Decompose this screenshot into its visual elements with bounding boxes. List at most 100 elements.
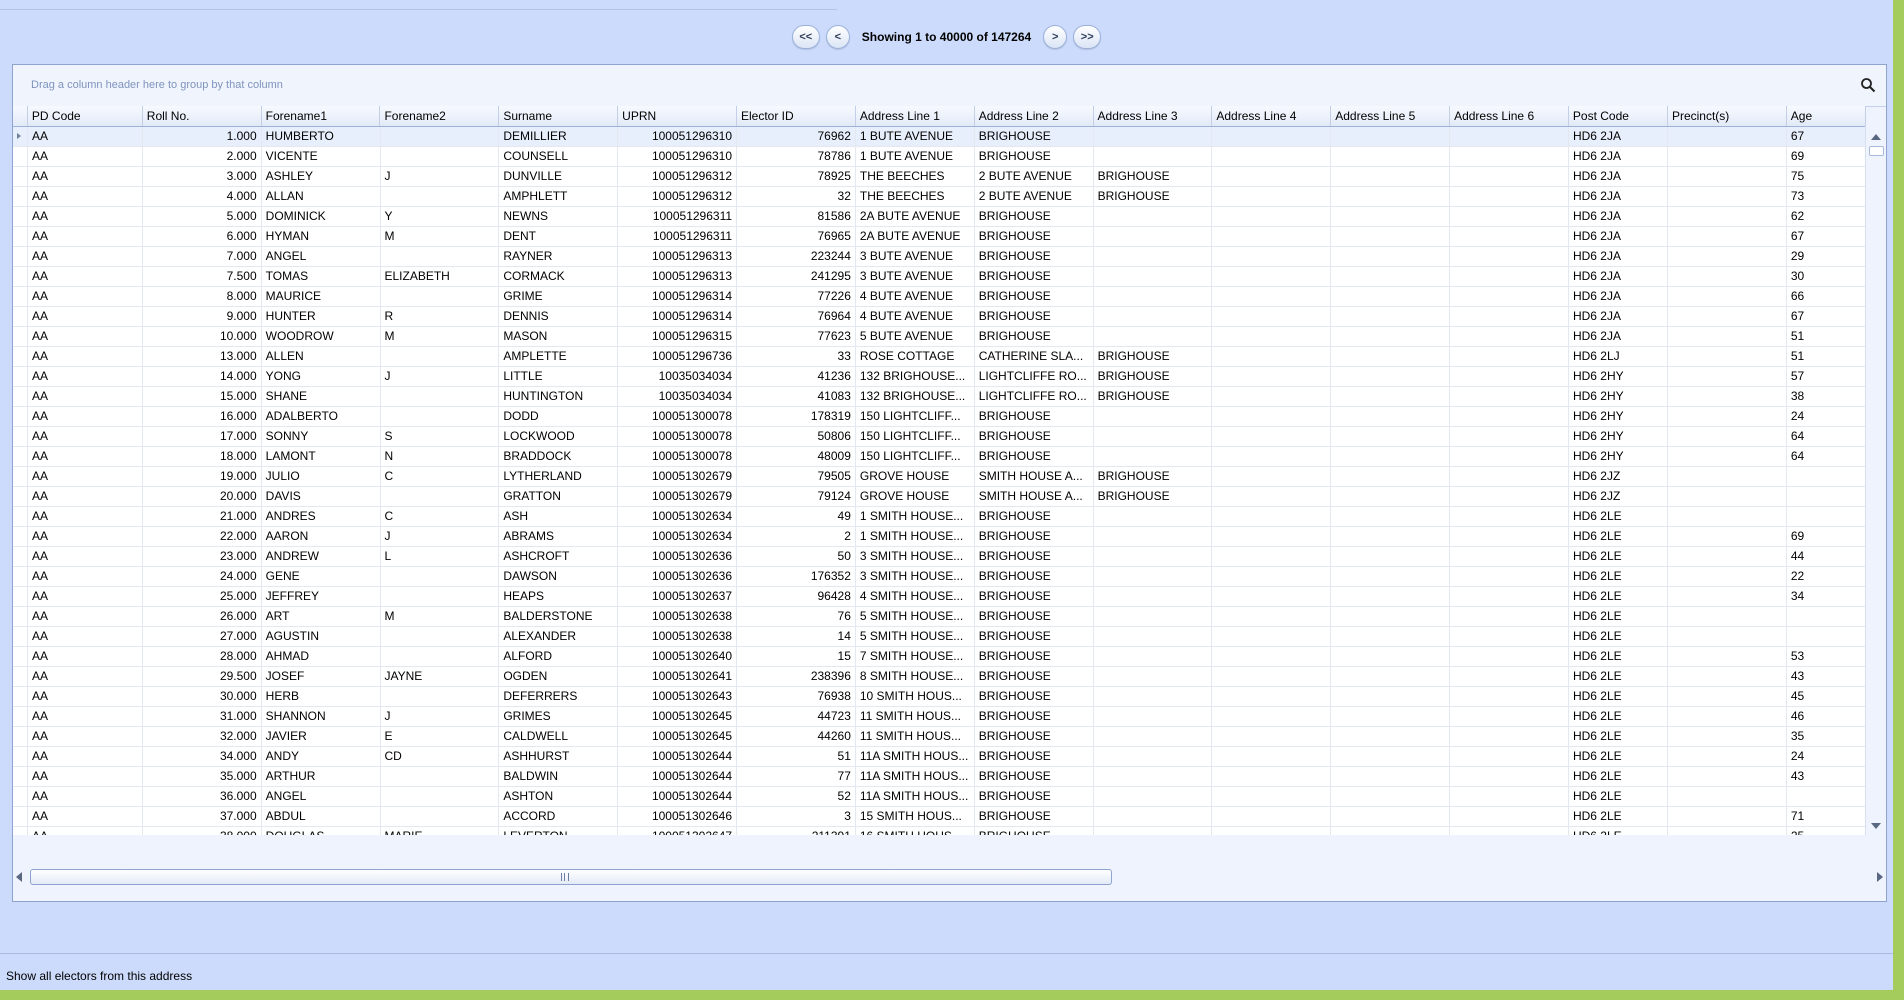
- top-tab[interactable]: [0, 0, 170, 10]
- table-cell: AA: [28, 767, 143, 786]
- table-cell: 11A SMITH HOUS...: [856, 787, 975, 806]
- horizontal-scrollbar[interactable]: [13, 867, 1886, 887]
- table-cell: [1212, 387, 1332, 406]
- top-tab[interactable]: [342, 0, 625, 10]
- table-row[interactable]: AA 13.000 ALLEN AMPLETTE 100051296736 33 ROSE …: [13, 347, 1866, 367]
- table-row[interactable]: AA 25.000 JEFFREY HEAPS 100051302637 96428 4 S…: [13, 587, 1866, 607]
- row-indicator: [13, 767, 28, 786]
- scroll-left-arrow-icon[interactable]: [16, 872, 22, 882]
- column-header[interactable]: Elector ID: [737, 106, 856, 126]
- last-page-button[interactable]: >>: [1073, 25, 1102, 49]
- table-cell: HD6 2LE: [1569, 787, 1668, 806]
- table-row[interactable]: AA 9.000 HUNTER R DENNIS 100051296314 76964 4 B…: [13, 307, 1866, 327]
- table-row[interactable]: AA 19.000 JULIO C LYTHERLAND 100051302679 7950…: [13, 467, 1866, 487]
- table-cell: CATHERINE SLA...: [975, 347, 1094, 366]
- table-row[interactable]: AA 7.000 ANGEL RAYNER 100051296313 223244 3 BU…: [13, 247, 1866, 267]
- table-cell: [1331, 407, 1451, 426]
- table-cell: BRIGHOUSE: [975, 787, 1094, 806]
- scroll-right-arrow-icon[interactable]: [1877, 872, 1883, 882]
- table-cell: 37.000: [143, 807, 262, 826]
- table-row[interactable]: AA 2.000 VICENTE COUNSELL 100051296310 78786 1…: [13, 147, 1866, 167]
- table-cell: [1094, 767, 1213, 786]
- show-all-electors-link[interactable]: Show all electors from this address: [6, 969, 192, 983]
- table-row[interactable]: AA 3.000 ASHLEY J DUNVILLE 100051296312 78925 T…: [13, 167, 1866, 187]
- table-row[interactable]: AA 4.000 ALLAN AMPHLETT 100051296312 32 THE BE…: [13, 187, 1866, 207]
- table-row[interactable]: AA 1.000 HUMBERTO DEMILLIER 100051296310 7696…: [13, 127, 1866, 147]
- column-header[interactable]: Address Line 3: [1094, 106, 1213, 126]
- table-row[interactable]: AA 27.000 AGUSTIN ALEXANDER 100051302638 14 5 …: [13, 627, 1866, 647]
- table-row[interactable]: AA 7.500 TOMAS ELIZABETH CORMACK 100051296313…: [13, 267, 1866, 287]
- search-icon[interactable]: [1860, 77, 1876, 93]
- column-header[interactable]: Age: [1787, 106, 1867, 126]
- table-cell: 4 BUTE AVENUE: [856, 287, 975, 306]
- column-header[interactable]: Address Line 1: [856, 106, 975, 126]
- table-cell: HD6 2LE: [1569, 667, 1668, 686]
- table-row[interactable]: AA 17.000 SONNY S LOCKWOOD 100051300078 50806 1…: [13, 427, 1866, 447]
- table-row[interactable]: AA 21.000 ANDRES C ASH 100051302634 49 1 SMITH …: [13, 507, 1866, 527]
- row-indicator: [13, 647, 28, 666]
- vertical-scrollbar[interactable]: [1865, 126, 1886, 835]
- table-row[interactable]: AA 35.000 ARTHUR BALDWIN 100051302644 77 11A S…: [13, 767, 1866, 787]
- table-row[interactable]: AA 5.000 DOMINICK Y NEWNS 100051296311 81586 2A…: [13, 207, 1866, 227]
- table-row[interactable]: AA 16.000 ADALBERTO DODD 100051300078 178319 1…: [13, 407, 1866, 427]
- column-header[interactable]: Address Line 4: [1212, 106, 1332, 126]
- table-cell: 150 LIGHTCLIFF...: [856, 427, 975, 446]
- top-tab[interactable]: [625, 0, 837, 10]
- table-cell: [1668, 167, 1787, 186]
- table-row[interactable]: AA 20.000 DAVIS GRATTON 100051302679 79124 GRO…: [13, 487, 1866, 507]
- column-header[interactable]: Address Line 6: [1450, 106, 1569, 126]
- table-row[interactable]: AA 6.000 HYMAN M DENT 100051296311 76965 2A BUT…: [13, 227, 1866, 247]
- table-row[interactable]: AA 15.000 SHANE HUNTINGTON 10035034034 41083 1…: [13, 387, 1866, 407]
- table-cell: [381, 387, 500, 406]
- next-page-button[interactable]: >: [1043, 25, 1068, 49]
- table-row[interactable]: AA 18.000 LAMONT N BRADDOCK 100051300078 48009…: [13, 447, 1866, 467]
- table-cell: 3 BUTE AVENUE: [856, 267, 975, 286]
- table-row[interactable]: AA 28.000 AHMAD ALFORD 100051302640 15 7 SMITH…: [13, 647, 1866, 667]
- table-cell: GRIME: [499, 287, 619, 306]
- table-row[interactable]: AA 37.000 ABDUL ACCORD 100051302646 3 15 SMITH…: [13, 807, 1866, 827]
- table-row[interactable]: AA 29.500 JOSEF JAYNE OGDEN 100051302641 23839…: [13, 667, 1866, 687]
- column-header[interactable]: Post Code: [1569, 106, 1668, 126]
- table-row[interactable]: AA 14.000 YONG J LITTLE 10035034034 41236 132 B…: [13, 367, 1866, 387]
- table-row[interactable]: AA 10.000 WOODROW M MASON 100051296315 77623 5 …: [13, 327, 1866, 347]
- table-cell: 29: [1787, 247, 1866, 266]
- column-header[interactable]: Precinct(s): [1668, 106, 1787, 126]
- table-row[interactable]: AA 30.000 HERB DEFERRERS 100051302643 76938 10…: [13, 687, 1866, 707]
- table-row[interactable]: AA 22.000 AARON J ABRAMS 100051302634 2 1 SMITH…: [13, 527, 1866, 547]
- scroll-down-arrow-icon[interactable]: [1871, 823, 1881, 829]
- table-row[interactable]: AA 24.000 GENE DAWSON 100051302636 176352 3 SM…: [13, 567, 1866, 587]
- previous-page-button[interactable]: <: [825, 25, 850, 49]
- row-indicator: [13, 347, 28, 366]
- table-row[interactable]: AA38.000DOUGLASMARIELEVERTON100051302647…: [13, 827, 1866, 835]
- table-row[interactable]: AA 23.000 ANDREW L ASHCROFT 100051302636 50 3 S…: [13, 547, 1866, 567]
- group-by-panel[interactable]: Drag a column header here to group by th…: [13, 65, 1886, 107]
- top-tab[interactable]: [170, 0, 342, 10]
- column-header[interactable]: Address Line 5: [1331, 106, 1451, 126]
- scroll-up-arrow-icon[interactable]: [1871, 134, 1881, 140]
- table-cell: BRIGHOUSE: [975, 147, 1094, 166]
- table-row[interactable]: AA 31.000 SHANNON J GRIMES 100051302645 44723 1…: [13, 707, 1866, 727]
- table-cell: 100051296314: [618, 307, 738, 326]
- horizontal-scroll-thumb[interactable]: [30, 869, 1112, 885]
- table-cell: BRIGHOUSE: [975, 307, 1094, 326]
- table-cell: [1212, 527, 1332, 546]
- table-cell: 67: [1787, 227, 1866, 246]
- table-row[interactable]: AA 36.000 ANGEL ASHTON 100051302644 52 11A SMI…: [13, 787, 1866, 807]
- row-indicator: [13, 147, 28, 166]
- table-cell: BRIGHOUSE: [975, 447, 1094, 466]
- table-row[interactable]: AA 32.000 JAVIER E CALDWELL 100051302645 44260…: [13, 727, 1866, 747]
- column-header[interactable]: Forename2: [380, 106, 500, 126]
- first-page-button[interactable]: <<: [791, 25, 820, 49]
- column-header[interactable]: UPRN: [618, 106, 737, 126]
- column-header[interactable]: Surname: [499, 106, 619, 126]
- table-row[interactable]: AA 34.000 ANDY CD ASHHURST 100051302644 51 11A …: [13, 747, 1866, 767]
- column-header[interactable]: PD Code: [28, 106, 143, 126]
- column-header[interactable]: Address Line 2: [975, 106, 1094, 126]
- table-cell: 24: [1787, 747, 1866, 766]
- column-header[interactable]: Forename1: [262, 106, 381, 126]
- table-row[interactable]: AA 8.000 MAURICE GRIME 100051296314 77226 4 BU…: [13, 287, 1866, 307]
- table-cell: HD6 2LE: [1569, 527, 1668, 546]
- table-row[interactable]: AA 26.000 ART M BALDERSTONE 100051302638 76 5 S…: [13, 607, 1866, 627]
- vertical-scroll-thumb[interactable]: [1869, 146, 1884, 156]
- column-header[interactable]: Roll No.: [143, 106, 262, 126]
